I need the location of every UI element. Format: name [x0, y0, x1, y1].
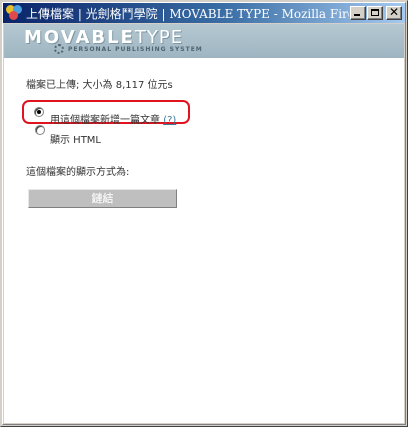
link-button[interactable]: 鏈結	[28, 189, 177, 208]
upload-status: 檔案已上傳; 大小為 8,117 位元s	[26, 80, 173, 91]
gear-icon	[54, 44, 64, 54]
close-icon: ✕	[388, 5, 400, 19]
maximize-icon	[371, 9, 379, 16]
maximize-button[interactable]	[367, 6, 383, 20]
browser-window: 上傳檔案 | 光劍格鬥學院 | MOVABLE TYPE - Mozilla F…	[0, 0, 408, 427]
minimize-button[interactable]	[350, 6, 366, 20]
header-banner: MOVABLETYPE PERSONAL PUBLISHING SYSTEM	[4, 24, 404, 58]
window-title: 上傳檔案 | 光劍格鬥學院 | MOVABLE TYPE - Mozilla F…	[26, 6, 349, 21]
title-bar[interactable]: 上傳檔案 | 光劍格鬥學院 | MOVABLE TYPE - Mozilla F…	[3, 3, 405, 23]
logo-movable: MOVABLE	[24, 27, 135, 48]
help-link[interactable]: (?)	[163, 115, 176, 126]
logo-subtitle: PERSONAL PUBLISHING SYSTEM	[68, 46, 203, 53]
firebird-icon[interactable]	[6, 5, 22, 21]
new-entry-label: 用這個檔案新增一篇文章	[50, 115, 160, 126]
close-button[interactable]: ✕	[386, 5, 402, 20]
logo-type: TYPE	[134, 27, 184, 48]
new-entry-option[interactable]: 用這個檔案新增一篇文章 (?)	[50, 111, 176, 126]
new-entry-radio[interactable]	[34, 107, 44, 117]
display-mode-label: 這個檔案的顯示方式為:	[26, 167, 130, 178]
page-content: MOVABLETYPE PERSONAL PUBLISHING SYSTEM 檔…	[4, 24, 404, 423]
show-html-radio[interactable]	[35, 125, 45, 135]
movable-type-logo: MOVABLETYPE	[24, 27, 183, 48]
minimize-icon	[354, 14, 360, 16]
show-html-label[interactable]: 顯示 HTML	[50, 131, 101, 146]
